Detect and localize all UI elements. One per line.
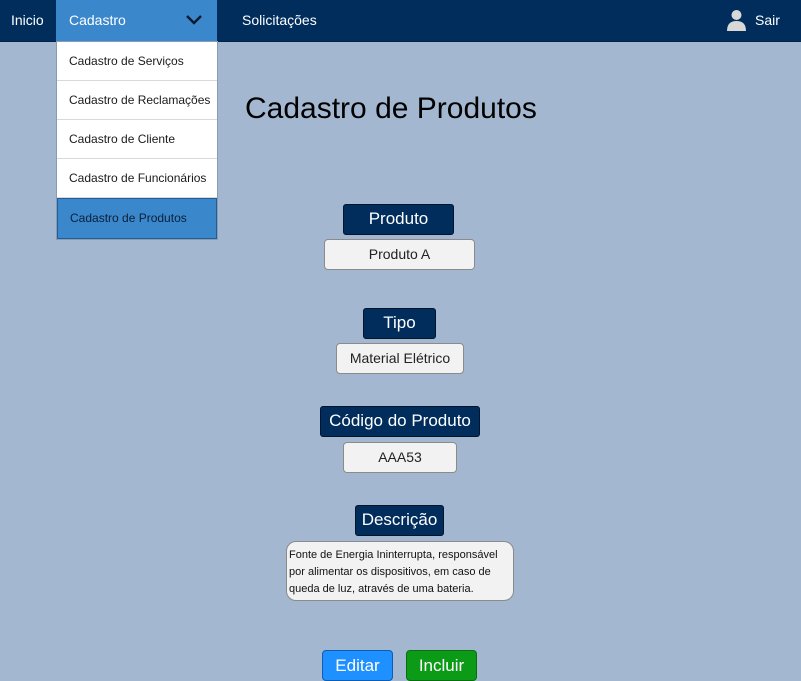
menu-item-cadastro-servicos[interactable]: Cadastro de Serviços: [57, 42, 217, 81]
descricao-label: Descrição: [355, 505, 444, 536]
nav-inicio[interactable]: Inicio: [11, 0, 44, 41]
menu-item-cadastro-funcionarios[interactable]: Cadastro de Funcionários: [57, 159, 217, 198]
produto-field[interactable]: Produto A: [324, 239, 475, 270]
menu-item-cadastro-cliente[interactable]: Cadastro de Cliente: [57, 120, 217, 159]
produto-label: Produto: [343, 204, 454, 235]
top-navbar: Inicio Cadastro Solicitações Sair: [0, 0, 801, 42]
user-icon: [727, 10, 746, 31]
nav-cadastro-label: Cadastro: [69, 12, 126, 28]
nav-sair[interactable]: Sair: [726, 0, 786, 41]
cadastro-dropdown-menu: Cadastro de Serviços Cadastro de Reclama…: [56, 41, 218, 240]
tipo-field[interactable]: Material Elétrico: [336, 343, 464, 374]
codigo-produto-field[interactable]: AAA53: [343, 442, 457, 473]
descricao-field[interactable]: Fonte de Energia Ininterrupta, responsáv…: [286, 541, 514, 601]
sair-label: Sair: [755, 12, 780, 28]
page-title: Cadastro de Produtos: [245, 92, 537, 125]
codigo-produto-label: Código do Produto: [320, 406, 480, 437]
incluir-button[interactable]: Incluir: [406, 650, 477, 681]
editar-button[interactable]: Editar: [322, 650, 393, 681]
tipo-label: Tipo: [363, 308, 436, 339]
menu-item-cadastro-reclamacoes[interactable]: Cadastro de Reclamações: [57, 81, 217, 120]
menu-item-cadastro-produtos[interactable]: Cadastro de Produtos: [57, 198, 217, 239]
nav-cadastro[interactable]: Cadastro: [56, 0, 217, 41]
nav-solicitacoes[interactable]: Solicitações: [242, 0, 317, 41]
chevron-down-icon[interactable]: [185, 13, 203, 27]
